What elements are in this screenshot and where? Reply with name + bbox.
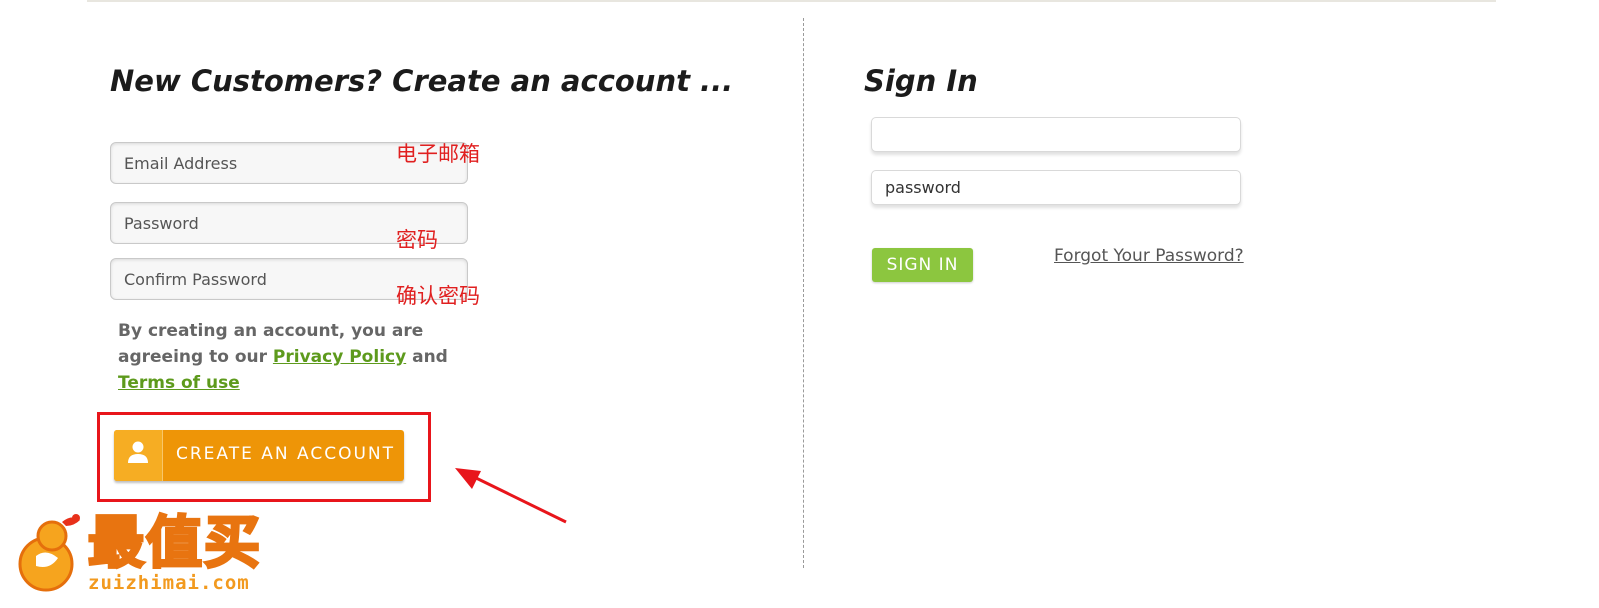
create-account-button[interactable]: CREATE AN ACCOUNT xyxy=(114,430,404,481)
signin-password-field[interactable] xyxy=(871,170,1241,205)
agreement-text: By creating an account, you are agreeing… xyxy=(118,318,508,396)
page: New Customers? Create an account ... 电子邮… xyxy=(0,0,1599,608)
brand-text: 最值买 xyxy=(87,510,262,577)
signin-heading: Sign In xyxy=(864,64,978,98)
register-heading: New Customers? Create an account ... xyxy=(110,64,734,98)
create-account-label: CREATE AN ACCOUNT xyxy=(176,444,396,464)
signin-email-field[interactable] xyxy=(871,117,1241,152)
confirm-password-annotation: 确认密码 xyxy=(396,284,480,308)
watermark-logo: 最值买 zuizhimai.com xyxy=(6,508,306,603)
terms-of-use-link[interactable]: Terms of use xyxy=(118,373,240,393)
password-annotation: 密码 xyxy=(396,228,438,252)
gourd-mascot-icon xyxy=(18,514,80,592)
user-icon xyxy=(114,430,163,481)
arrow-annotation-icon xyxy=(455,468,567,524)
top-frame xyxy=(87,0,1496,2)
privacy-policy-link[interactable]: Privacy Policy xyxy=(273,347,406,367)
email-annotation: 电子邮箱 xyxy=(396,142,480,166)
forgot-password-link[interactable]: Forgot Your Password? xyxy=(1054,246,1244,266)
signin-button[interactable]: SIGN IN xyxy=(872,248,973,282)
column-divider xyxy=(803,18,804,568)
agreement-and: and xyxy=(412,347,448,367)
brand-domain: zuizhimai.com xyxy=(88,572,250,594)
